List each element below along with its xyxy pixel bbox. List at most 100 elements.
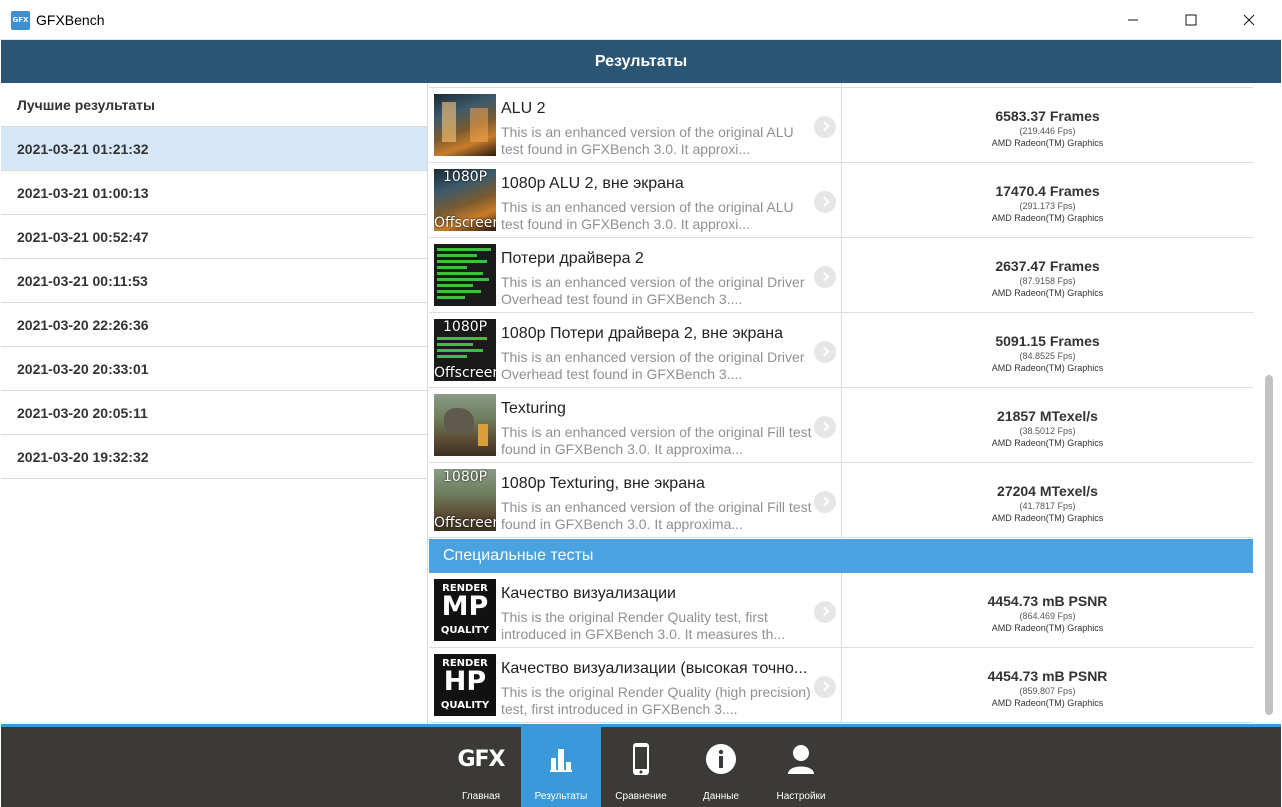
user-icon	[761, 741, 841, 777]
result-score: 4454.73 mB PSNR	[987, 593, 1108, 609]
result-gpu: AMD Radeon(TM) Graphics	[991, 138, 1104, 148]
nav-label: Главная	[461, 791, 501, 802]
thumbnail-overlay-bottom: Offscreen	[434, 365, 496, 381]
result-fps: (38.5012 Fps)	[1019, 426, 1076, 436]
test-name: 1080p Потери драйвера 2, вне экрана	[501, 325, 784, 342]
test-result: 2637.47 Frames (87.9158 Fps) AMD Radeon(…	[842, 238, 1253, 313]
result-date-item[interactable]: 2021-03-21 01:21:32	[1, 127, 427, 171]
result-fps: (84.8525 Fps)	[1019, 351, 1076, 361]
test-description: This is an enhanced version of the origi…	[501, 274, 805, 307]
test-row[interactable]: 1080P Offscreen 1080p Texturing, вне экр…	[429, 463, 1253, 538]
result-gpu: AMD Radeon(TM) Graphics	[991, 438, 1104, 448]
badge-bottom-text: QUALITY	[440, 625, 490, 636]
special-tests-section-header: Специальные тесты	[429, 539, 1253, 573]
result-date-item[interactable]: 2021-03-20 22:26:36	[1, 303, 427, 347]
thumbnail-overlay-bottom: Offscreen	[434, 215, 496, 231]
test-name: ALU 2	[501, 100, 546, 117]
chevron-right-icon[interactable]	[814, 676, 836, 698]
result-date-item[interactable]: 2021-03-20 19:32:32	[1, 435, 427, 479]
result-gpu: AMD Radeon(TM) Graphics	[991, 513, 1104, 523]
test-thumbnail	[434, 394, 496, 456]
chevron-right-icon[interactable]	[814, 341, 836, 363]
test-name: 1080p ALU 2, вне экрана	[501, 175, 684, 192]
result-score: 17470.4 Frames	[995, 183, 1100, 199]
render-quality-badge: RENDER MP QUALITY	[434, 579, 496, 641]
test-description: This is the original Render Quality (hig…	[501, 684, 811, 717]
phone-icon	[601, 741, 681, 777]
chevron-right-icon[interactable]	[814, 491, 836, 513]
test-thumbnail: 1080P Offscreen	[434, 319, 496, 381]
test-description: This is an enhanced version of the origi…	[501, 349, 805, 382]
bottom-nav: GFX Главная Результаты Сравнение Данные …	[1, 727, 1281, 807]
test-row[interactable]: RENDER MP QUALITY Качество визуализации …	[429, 573, 1253, 648]
test-result: 6583.37 Frames (219.446 Fps) AMD Radeon(…	[842, 88, 1253, 163]
chevron-right-icon[interactable]	[814, 416, 836, 438]
test-thumbnail: 1080P Offscreen	[434, 469, 496, 531]
chevron-right-icon[interactable]	[814, 116, 836, 138]
maximize-icon	[1185, 14, 1197, 26]
test-row[interactable]: Потери драйвера 2 This is an enhanced ve…	[429, 238, 1253, 313]
nav-data[interactable]: Данные	[681, 727, 761, 807]
test-row[interactable]: 1080P Offscreen 1080p ALU 2, вне экрана …	[429, 163, 1253, 238]
thumbnail-overlay-top: 1080P	[443, 319, 488, 335]
list-scrollbar[interactable]	[1253, 83, 1281, 726]
test-results-list: ALU 2 This is an enhanced version of the…	[429, 83, 1253, 726]
minimize-icon	[1128, 19, 1138, 21]
test-name: Качество визуализации	[501, 585, 676, 602]
nav-settings[interactable]: Настройки	[761, 727, 841, 807]
result-gpu: AMD Radeon(TM) Graphics	[991, 363, 1104, 373]
nav-label: Настройки	[776, 791, 826, 802]
test-result: 27204 MTexel/s (41.7817 Fps) AMD Radeon(…	[842, 463, 1253, 538]
chevron-right-icon[interactable]	[814, 266, 836, 288]
result-date-item[interactable]: 2021-03-20 20:05:11	[1, 391, 427, 435]
test-result: 21857 MTexel/s (38.5012 Fps) AMD Radeon(…	[842, 388, 1253, 463]
result-fps: (41.7817 Fps)	[1019, 501, 1076, 511]
maximize-button[interactable]	[1168, 0, 1214, 40]
nav-results[interactable]: Результаты	[521, 727, 601, 807]
test-thumbnail	[434, 94, 496, 156]
best-results-heading[interactable]: Лучшие результаты	[1, 83, 427, 127]
result-score: 5091.15 Frames	[995, 333, 1100, 349]
test-result: 4454.73 mB PSNR (864.469 Fps) AMD Radeon…	[842, 573, 1253, 648]
nav-label: Сравнение	[615, 791, 667, 802]
test-row[interactable]: 1080P Offscreen 1080p Потери драйвера 2,…	[429, 313, 1253, 388]
test-row[interactable]: RENDER HP QUALITY Качество визуализации …	[429, 648, 1253, 723]
test-description: This is the original Render Quality test…	[501, 609, 786, 642]
app-logo-icon: GFX	[11, 11, 30, 30]
result-fps: (291.173 Fps)	[1019, 201, 1076, 211]
result-gpu: AMD Radeon(TM) Graphics	[991, 623, 1104, 633]
test-thumbnail: RENDER MP QUALITY	[434, 579, 496, 641]
title-bar: GFX GFXBench	[0, 0, 1282, 40]
minimize-button[interactable]	[1110, 0, 1156, 40]
nav-home[interactable]: GFX Главная	[441, 727, 521, 807]
result-date-item[interactable]: 2021-03-21 00:52:47	[1, 215, 427, 259]
chevron-right-icon[interactable]	[814, 601, 836, 623]
nav-compare[interactable]: Сравнение	[601, 727, 681, 807]
test-name: 1080p Texturing, вне экрана	[501, 475, 705, 492]
page-title: Результаты	[1, 40, 1281, 83]
result-date-item[interactable]: 2021-03-21 01:00:13	[1, 171, 427, 215]
test-row[interactable]: ALU 2 This is an enhanced version of the…	[429, 88, 1253, 163]
result-date-item[interactable]: 2021-03-21 00:11:53	[1, 259, 427, 303]
nav-label: Результаты	[534, 791, 588, 802]
thumbnail-overlay-bottom: Offscreen	[434, 515, 496, 531]
close-icon	[1243, 14, 1255, 26]
result-score: 27204 MTexel/s	[997, 483, 1098, 499]
test-result: 4454.73 mB PSNR (859.807 Fps) AMD Radeon…	[842, 648, 1253, 723]
test-name: Потери драйвера 2	[501, 250, 644, 267]
result-fps: (859.807 Fps)	[1019, 686, 1076, 696]
test-thumbnail	[434, 244, 496, 306]
close-button[interactable]	[1226, 0, 1272, 40]
chevron-right-icon[interactable]	[814, 191, 836, 213]
test-description: This is an enhanced version of the origi…	[501, 124, 794, 157]
scrollbar-thumb[interactable]	[1265, 375, 1273, 715]
nav-label: Данные	[702, 791, 740, 802]
result-fps: (219.446 Fps)	[1019, 126, 1076, 136]
result-gpu: AMD Radeon(TM) Graphics	[991, 213, 1104, 223]
test-name: Texturing	[501, 400, 566, 417]
info-icon	[681, 741, 761, 777]
badge-bottom-text: QUALITY	[440, 700, 490, 711]
test-row[interactable]: Texturing This is an enhanced version of…	[429, 388, 1253, 463]
result-date-item[interactable]: 2021-03-20 20:33:01	[1, 347, 427, 391]
test-name: Качество визуализации (высокая точно...	[501, 660, 808, 677]
